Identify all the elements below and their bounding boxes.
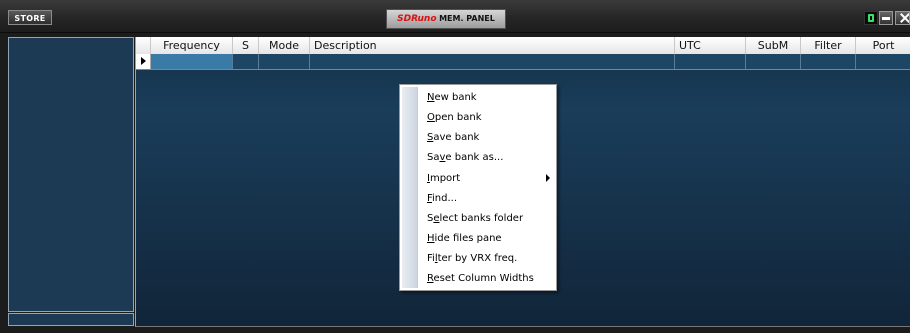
menu-item-new-bank[interactable]: New bank [427,88,552,108]
column-s[interactable]: S [233,37,259,54]
cell-mode[interactable] [259,54,310,69]
grid-header: Frequency S Mode Description UTC SubM Fi… [136,37,910,55]
menu-label-pre: Sa [427,152,440,163]
column-utc[interactable]: UTC [675,37,746,54]
column-filter[interactable]: Filter [801,37,856,54]
column-subm[interactable]: SubM [746,37,801,54]
menu-label-post: eset Column Widths [433,273,534,284]
menu-label-post: ave bank [433,132,480,143]
menu-label-post: pen bank [434,112,482,123]
menu-label-post: ind... [432,193,458,204]
files-pane[interactable] [8,37,134,312]
cell-port[interactable] [856,54,910,69]
menu-item-select-banks-folder[interactable]: Select banks folder [427,209,552,229]
submenu-arrow-icon [546,174,550,182]
menu-item-save-bank[interactable]: Save bank [427,128,552,148]
menu-label-pre: Fi [427,253,435,264]
menu-item-filter-by-vrx-freq[interactable]: Filter by VRX freq. [427,249,552,269]
cell-frequency[interactable] [151,54,233,69]
menu-item-hide-files-pane[interactable]: Hide files pane [427,229,552,249]
column-port[interactable]: Port [856,37,910,54]
menu-accelerator: O [427,112,435,123]
menu-item-import[interactable]: Import [427,169,552,189]
sdruno-logo: SDRuno MEM. PANEL [386,9,506,29]
close-icon[interactable] [895,11,910,25]
column-mode[interactable]: Mode [259,37,310,54]
panel-name: MEM. PANEL [439,14,495,23]
menu-label-post: ide files pane [434,233,502,244]
cell-s[interactable] [233,54,259,69]
menu-item-find[interactable]: Find... [427,189,552,209]
menu-item-reset-column-widths[interactable]: Reset Column Widths [427,269,552,289]
menu-item-open-bank[interactable]: Open bank [427,108,552,128]
store-button[interactable]: STORE [8,10,52,25]
menu-label-post: mport [429,173,461,184]
cell-description[interactable] [310,54,675,69]
cell-filter[interactable] [801,54,856,69]
menu-label-post: lect banks folder [439,213,524,224]
menu-label-post: ew bank [434,92,477,103]
menu-label-post: ter by VRX freq. [437,253,518,264]
column-frequency[interactable]: Frequency [151,37,233,54]
logo-brand: SDRuno [397,14,437,24]
context-menu: New bank Open bank Save bank Save bank a… [399,84,557,291]
minimize-icon[interactable] [879,11,893,25]
menu-label-post: e bank as... [445,152,504,163]
menu-gutter [402,87,418,288]
menu-item-save-bank-as[interactable]: Save bank as... [427,148,552,168]
row-header-corner [136,37,151,54]
digit-display-icon[interactable] [864,11,878,25]
current-row-arrow-icon [136,54,151,69]
cell-utc[interactable] [675,54,746,69]
files-pane-footer[interactable] [8,313,134,326]
table-row[interactable] [136,54,910,70]
title-bar: STORE SDRuno MEM. PANEL [0,0,910,33]
column-description[interactable]: Description [310,37,675,54]
cell-subm[interactable] [746,54,801,69]
menu-accelerator: H [427,233,435,244]
